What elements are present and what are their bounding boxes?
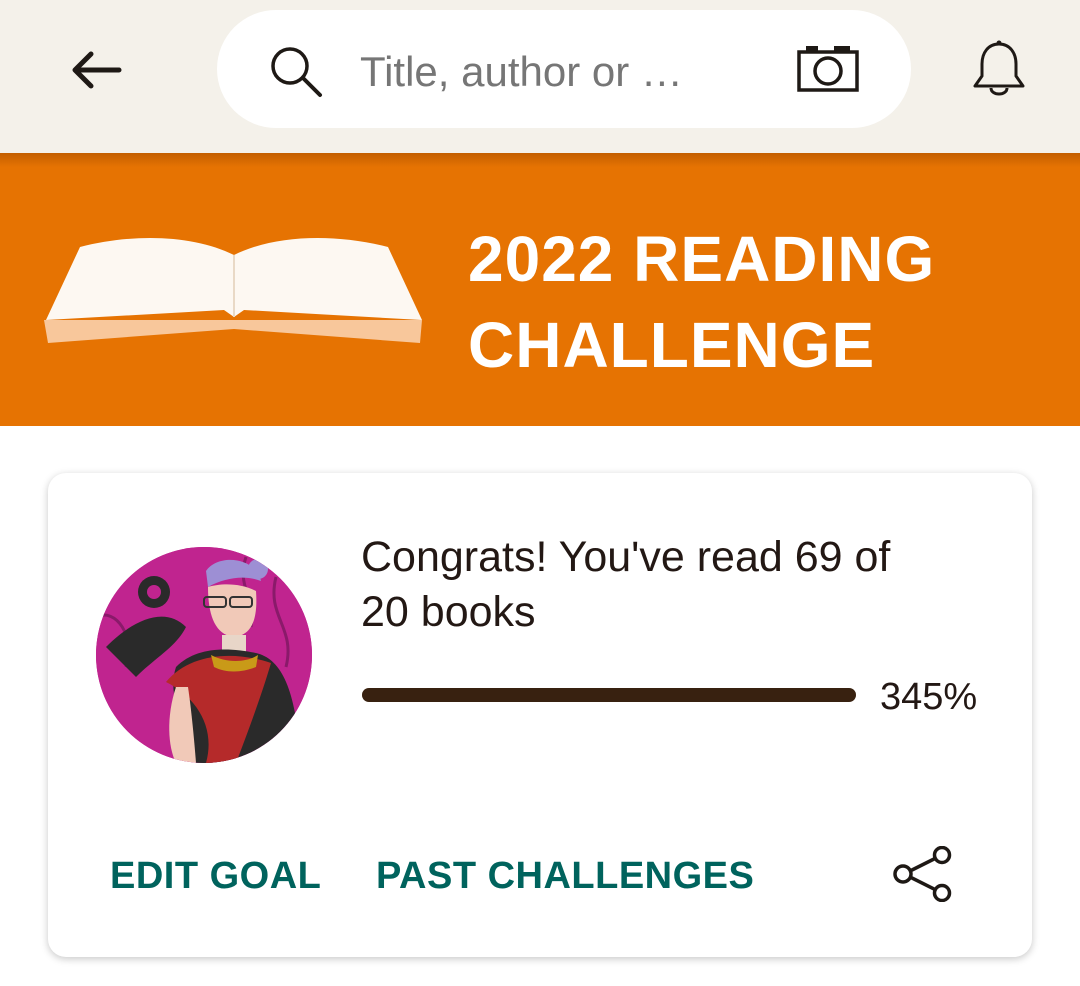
back-button[interactable] [62,40,128,100]
open-book-icon [44,237,422,343]
banner-shadow [0,153,1080,167]
avatar[interactable] [96,547,312,763]
bell-icon[interactable] [970,38,1028,102]
past-challenges-button[interactable]: PAST CHALLENGES [376,855,754,898]
banner-title: 2022 READING CHALLENGE [468,216,1028,388]
arrow-left-icon [72,51,122,89]
top-app-bar [0,0,1080,153]
share-icon[interactable] [890,846,956,902]
banner-title-line2: CHALLENGE [468,309,876,381]
search-icon[interactable] [268,44,332,100]
challenge-message: Congrats! You've read 69 of 20 books [361,530,981,640]
challenge-message-line1: Congrats! You've read 69 of [361,533,891,581]
edit-goal-button[interactable]: EDIT GOAL [110,855,321,898]
progress-bar-fill [362,688,856,702]
banner-title-line1: 2022 READING [468,223,936,295]
camera-icon[interactable] [796,42,860,94]
progress-percent: 345% [880,676,978,718]
search-input[interactable] [360,38,770,106]
avatar-illustration [96,547,312,763]
challenge-message-line2: 20 books [361,588,536,636]
progress-bar [362,688,856,702]
